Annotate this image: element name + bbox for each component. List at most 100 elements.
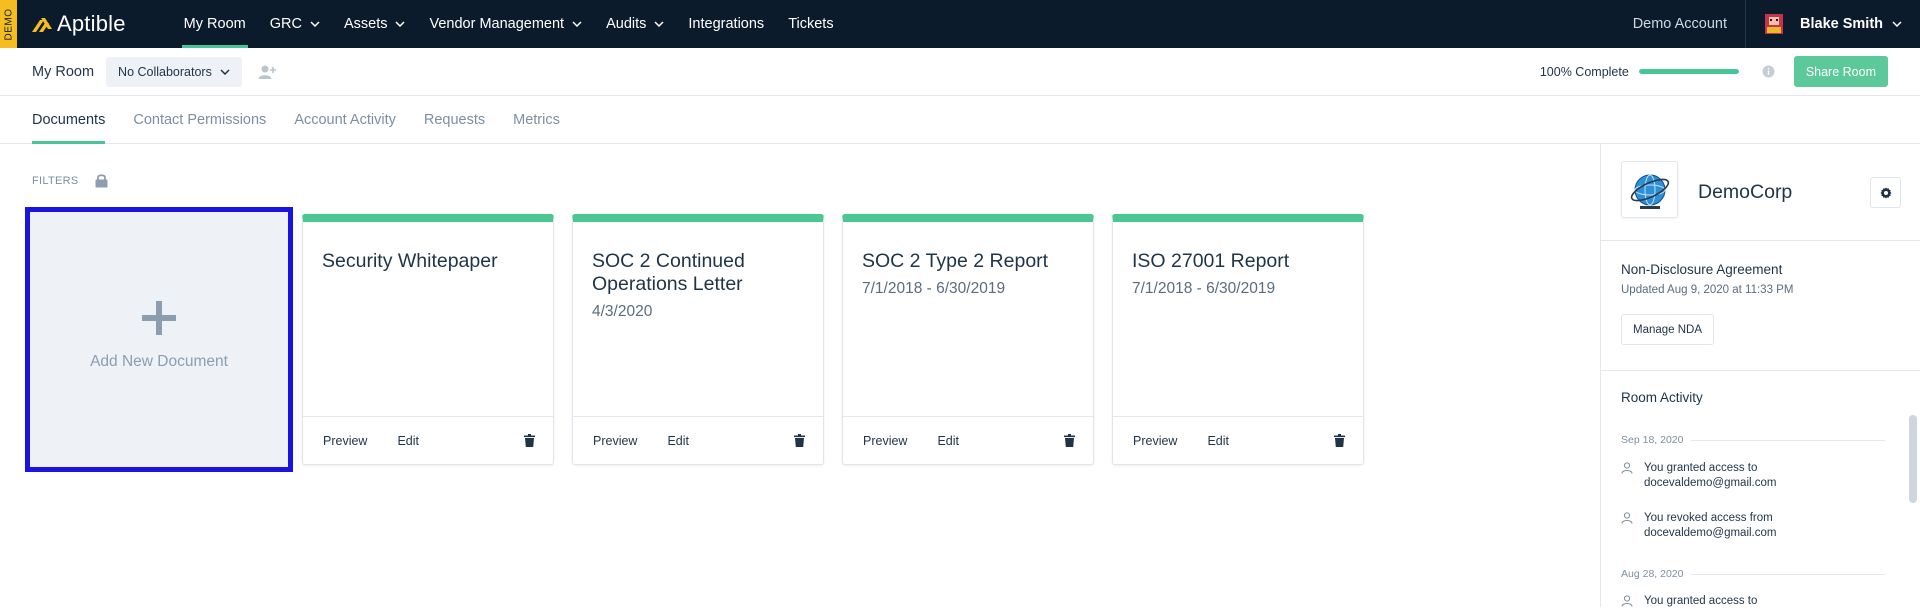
scrollbar[interactable] [1909,415,1917,503]
preview-button[interactable]: Preview [593,434,637,448]
nav-assets[interactable]: Assets [332,0,418,48]
manage-nda-button[interactable]: Manage NDA [1621,314,1715,345]
document-card[interactable]: ISO 27001 Report 7/1/2018 - 6/30/2019 Pr… [1112,214,1364,465]
nav-audits-label: Audits [606,16,647,32]
tab-requests[interactable]: Requests [424,96,485,143]
preview-button[interactable]: Preview [863,434,907,448]
activity-date: Aug 28, 2020 [1621,568,1684,580]
account-switcher[interactable]: Demo Account [1633,16,1745,32]
chevron-down-icon [310,21,320,27]
tab-contact-permissions[interactable]: Contact Permissions [133,96,266,143]
room-tabs: Documents Contact Permissions Account Ac… [0,96,1920,144]
document-title-text: SOC 2 Continued Operations Letter [592,250,745,295]
room-toolbar: My Room No Collaborators 100% Complete S… [0,48,1920,96]
chevron-down-icon [395,21,405,27]
top-navbar: DEMO Aptible My Room GRC Assets Vendor M… [0,0,1920,48]
user-menu[interactable]: Blake Smith [1746,0,1920,48]
nav-my-room-label: My Room [183,16,246,32]
preview-button[interactable]: Preview [323,434,367,448]
user-icon [1621,462,1633,474]
document-date: 7/1/2018 - 6/30/2019 [1132,280,1276,297]
room-activity: Room Activity Sep 18, 2020 You granted a… [1601,371,1920,607]
nav-my-room[interactable]: My Room [172,0,258,48]
nav-audits[interactable]: Audits [594,0,676,48]
demo-badge: DEMO [0,0,17,48]
add-document-label: Add New Document [90,352,228,370]
company-name: DemoCorp [1698,181,1793,203]
user-icon [1621,512,1633,524]
nda-updated: Updated Aug 9, 2020 at 11:33 PM [1621,284,1794,296]
gear-icon [1880,187,1891,198]
edit-button[interactable]: Edit [397,434,419,448]
trash-icon[interactable] [794,434,805,447]
document-actions: Preview Edit [303,416,553,464]
tab-documents-label: Documents [32,111,106,128]
tab-metrics[interactable]: Metrics [513,96,560,143]
plus-icon [142,300,176,335]
add-collaborator-icon[interactable] [258,64,276,80]
add-document-card[interactable]: Add New Document [25,207,293,472]
document-card[interactable]: SOC 2 Continued Operations Letter 4/3/20… [572,214,824,465]
nav-integrations[interactable]: Integrations [676,0,776,48]
activity-item: You granted access to docevaldemo@gmail.… [1621,461,1891,491]
company-header: DemoCorp [1601,144,1920,241]
collaborators-dropdown[interactable]: No Collaborators [106,56,242,87]
nda-title: Non-Disclosure Agreement [1621,262,1783,277]
document-actions: Preview Edit [1113,416,1363,464]
trash-icon[interactable] [1334,434,1345,447]
company-settings-button[interactable] [1870,177,1901,208]
edit-button[interactable]: Edit [937,434,959,448]
room-progress: 100% Complete [1540,65,1775,79]
nav-vendor-management[interactable]: Vendor Management [417,0,594,48]
collaborators-label: No Collaborators [118,64,212,79]
activity-text: You granted access to docevaldemo@gmail.… [1644,462,1777,489]
tab-account-activity-label: Account Activity [294,111,396,128]
tab-account-activity[interactable]: Account Activity [294,96,396,143]
tab-contact-permissions-label: Contact Permissions [133,111,267,128]
preview-button[interactable]: Preview [1133,434,1177,448]
document-title-text: ISO 27001 Report [1132,250,1290,272]
nav-vendor-management-label: Vendor Management [429,16,565,32]
activity-date: Sep 18, 2020 [1621,434,1684,446]
globe-icon [1630,174,1669,209]
document-actions: Preview Edit [573,416,823,464]
nav-grc-label: GRC [269,16,302,32]
document-title-text: SOC 2 Type 2 Report [862,250,1049,272]
info-icon[interactable] [1762,65,1775,78]
filters-label: FILTERS [32,174,79,187]
nav-assets-label: Assets [343,16,388,32]
trash-icon[interactable] [524,434,535,447]
nav-integrations-label: Integrations [688,16,765,32]
company-logo [1621,161,1678,218]
trash-icon[interactable] [1064,434,1075,447]
chevron-down-icon [572,21,582,27]
activity-item: You revoked access from docevaldemo@gmai… [1621,511,1891,541]
document-actions: Preview Edit [843,416,1093,464]
share-room-button[interactable]: Share Room [1793,56,1888,87]
room-sidebar: DemoCorp Non-Disclosure Agreement Update… [1600,144,1920,607]
chevron-down-icon [220,68,230,75]
edit-button[interactable]: Edit [1207,434,1229,448]
document-title-text: Security Whitepaper [322,250,498,272]
progress-label: 100% Complete [1539,64,1629,79]
tab-metrics-label: Metrics [513,111,560,128]
user-name: Blake Smith [1800,16,1883,32]
document-date: 4/3/2020 [592,303,653,320]
document-card[interactable]: SOC 2 Type 2 Report 7/1/2018 - 6/30/2019… [842,214,1094,465]
nav-grc[interactable]: GRC [258,0,332,48]
lock-icon[interactable] [95,173,108,188]
app-name: Aptible [57,11,126,36]
edit-button[interactable]: Edit [667,434,689,448]
top-right-area: Demo Account Blake Smith [1633,0,1920,48]
activity-text: You revoked access from docevaldemo@gmai… [1644,512,1777,539]
document-title: SOC 2 Type 2 Report 7/1/2018 - 6/30/2019 [862,250,1072,298]
aptible-logo-icon [32,18,52,32]
document-date: 7/1/2018 - 6/30/2019 [862,280,1006,297]
chevron-down-icon [1892,21,1902,27]
document-card[interactable]: Security Whitepaper Preview Edit [302,214,554,465]
nav-tickets[interactable]: Tickets [776,0,845,48]
activity-date-divider: Sep 18, 2020 [1621,434,1885,446]
document-title: SOC 2 Continued Operations Letter 4/3/20… [592,250,802,321]
app-logo[interactable]: Aptible [31,0,126,48]
tab-documents[interactable]: Documents [32,96,106,144]
